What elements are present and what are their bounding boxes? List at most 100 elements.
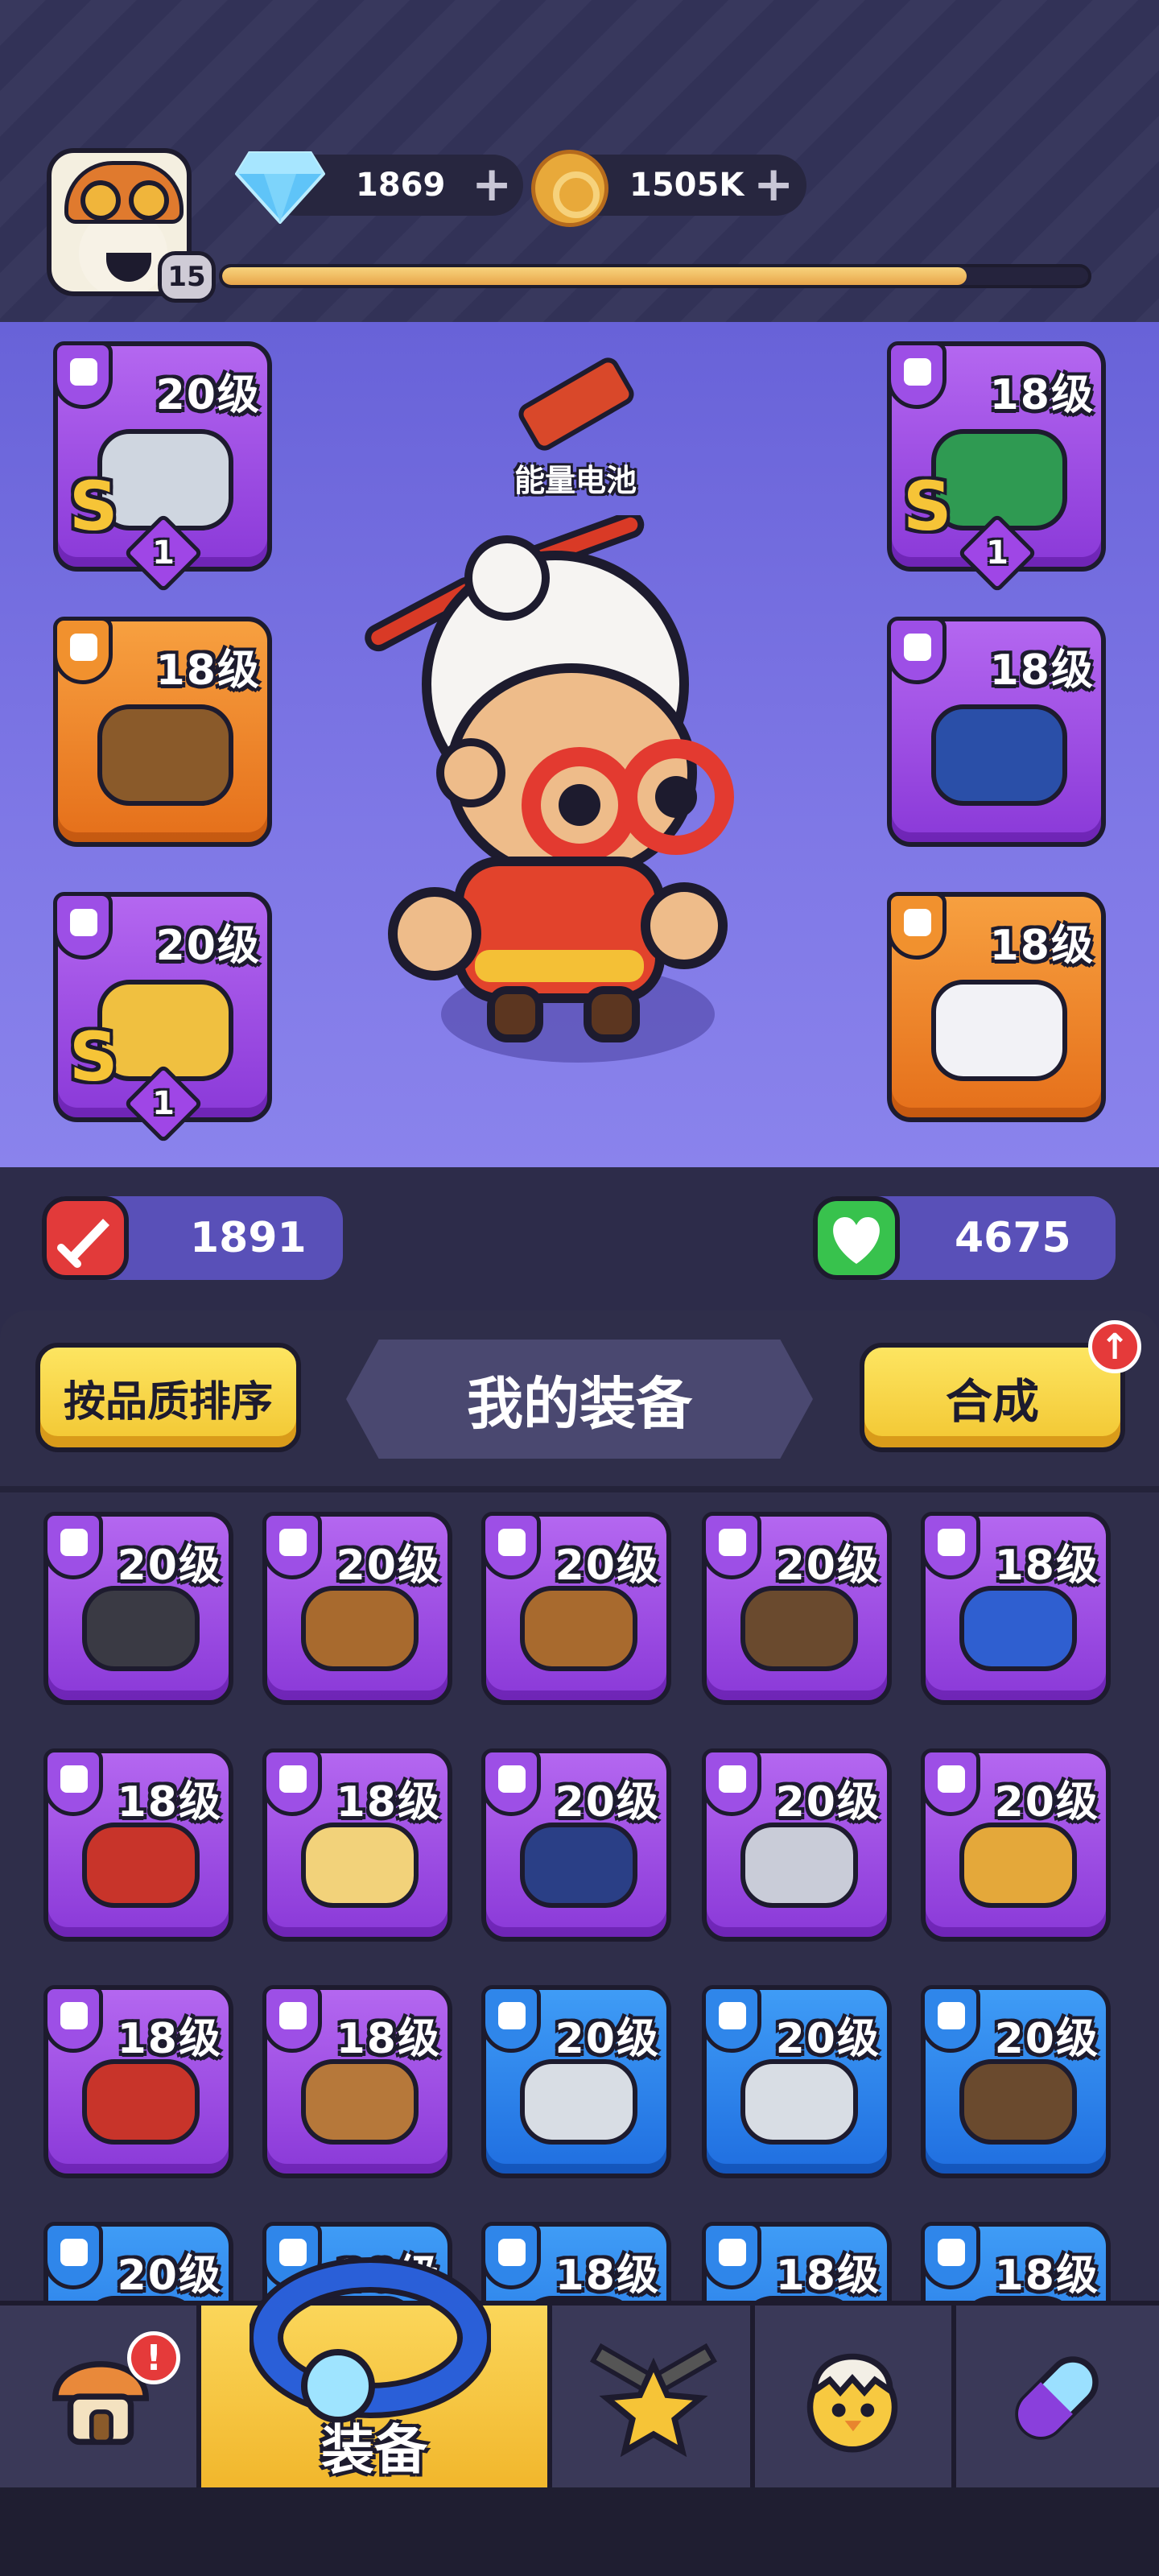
inventory-item[interactable]: 20级 bbox=[481, 1985, 671, 2178]
equipped-slot-boots-right[interactable]: 18级 bbox=[887, 892, 1106, 1122]
item-level: 18级 bbox=[994, 1542, 1099, 1590]
item-level: 18级 bbox=[989, 922, 1095, 970]
sort-by-quality-button[interactable]: 按品质排序 bbox=[35, 1343, 301, 1452]
item-level: 18级 bbox=[336, 2015, 441, 2063]
nav-challenge[interactable] bbox=[552, 2306, 755, 2492]
eye-belt-icon bbox=[82, 2059, 200, 2145]
add-coins-button[interactable]: + bbox=[753, 160, 794, 208]
shotgun-icon bbox=[740, 1586, 858, 1671]
slot-type-icon bbox=[702, 2222, 761, 2289]
item-level: 18级 bbox=[155, 646, 261, 695]
slot-type-icon bbox=[262, 1748, 322, 1816]
item-level: 20级 bbox=[994, 2015, 1099, 2063]
knife-icon bbox=[740, 2059, 858, 2145]
capsule-icon bbox=[1015, 2356, 1099, 2440]
slot-type-icon bbox=[921, 1985, 980, 2053]
home-alert-badge: ! bbox=[127, 2331, 180, 2384]
inventory-item[interactable]: 20级 bbox=[921, 1748, 1111, 1942]
slot-type-icon bbox=[53, 892, 113, 960]
grade-label: S bbox=[903, 467, 952, 546]
item-level: 20级 bbox=[555, 2015, 660, 2063]
item-level: 20级 bbox=[555, 1542, 660, 1590]
red-vest-icon bbox=[82, 1823, 200, 1908]
slot-type-icon bbox=[702, 1748, 761, 1816]
attack-stat: 1891 bbox=[42, 1196, 343, 1280]
blue-armor-icon bbox=[959, 1586, 1077, 1671]
player-level-badge: 15 bbox=[158, 251, 216, 303]
grade-label: S bbox=[69, 467, 118, 546]
inventory-item[interactable]: 20级 bbox=[43, 1512, 233, 1705]
nav-equipment[interactable]: 装备 bbox=[201, 2257, 552, 2492]
ring-icon bbox=[250, 2257, 491, 2423]
nav-home[interactable]: ! bbox=[0, 2306, 201, 2492]
item-level: 18级 bbox=[994, 2252, 1099, 2300]
star-count: 1 bbox=[152, 1085, 175, 1122]
inventory-item[interactable]: 20级 bbox=[481, 1748, 671, 1942]
diamond-icon bbox=[235, 151, 325, 224]
inventory-item[interactable]: 20级 bbox=[921, 1985, 1111, 2178]
equipped-slot-weapon-left[interactable]: 20级 S 1 bbox=[53, 341, 272, 593]
inventory-item[interactable]: 18级 bbox=[43, 1985, 233, 2178]
item-level: 18级 bbox=[555, 2252, 660, 2300]
equipment-screen: 15 1869 + 1505K + 能量电池 20级 S 1 18级 20级 S… bbox=[0, 0, 1159, 2576]
star-guns-icon bbox=[590, 2343, 717, 2458]
slot-type-icon bbox=[702, 1985, 761, 2053]
health-stat: 4675 bbox=[813, 1196, 1116, 1280]
crossbow-icon bbox=[520, 1586, 637, 1671]
item-level: 20级 bbox=[775, 2015, 881, 2063]
slot-type-icon bbox=[481, 1748, 541, 1816]
equipped-slot-belt-right[interactable]: 18级 bbox=[887, 617, 1106, 847]
gloves-icon bbox=[97, 704, 233, 806]
slot-type-icon bbox=[43, 1985, 103, 2053]
inventory-item[interactable]: 20级 bbox=[702, 1748, 892, 1942]
top-header: 15 1869 + 1505K + bbox=[0, 0, 1159, 322]
chick-egg-icon bbox=[806, 2353, 898, 2453]
inventory-item[interactable]: 20级 bbox=[262, 1512, 452, 1705]
inventory-item[interactable]: 20级 bbox=[481, 1512, 671, 1705]
inventory-item[interactable]: 18级 bbox=[262, 1748, 452, 1942]
health-value: 4675 bbox=[955, 1214, 1071, 1262]
crossbow-icon bbox=[301, 1586, 419, 1671]
slot-type-icon bbox=[53, 617, 113, 684]
orb-ring-icon bbox=[520, 1823, 637, 1908]
inventory-item[interactable]: 18级 bbox=[921, 1512, 1111, 1705]
merge-button[interactable]: 合成 bbox=[860, 1343, 1125, 1452]
hero-character[interactable] bbox=[346, 515, 797, 1063]
inventory-item[interactable]: 20级 bbox=[702, 1512, 892, 1705]
inventory-item[interactable]: 20级 bbox=[702, 1985, 892, 2178]
grade-label: S bbox=[69, 1018, 118, 1096]
energy-battery[interactable]: 能量电池 bbox=[507, 353, 644, 498]
pistol-icon bbox=[82, 1586, 200, 1671]
item-level: 20级 bbox=[155, 922, 261, 970]
item-level: 18级 bbox=[775, 2252, 881, 2300]
item-level: 20级 bbox=[336, 1542, 441, 1590]
equipped-slot-ring-left[interactable]: 20级 S 1 bbox=[53, 892, 272, 1144]
merge-upgrade-icon: ↑ bbox=[1088, 1320, 1141, 1373]
shotgun-icon bbox=[959, 2059, 1077, 2145]
gem-ring-icon bbox=[740, 1823, 858, 1908]
item-level: 18级 bbox=[336, 1778, 441, 1827]
xp-bar-fill bbox=[222, 267, 967, 285]
nav-skills[interactable] bbox=[956, 2306, 1159, 2492]
inventory-item[interactable]: 18级 bbox=[43, 1748, 233, 1942]
slot-type-icon bbox=[887, 892, 947, 960]
slot-type-icon bbox=[262, 1512, 322, 1579]
nav-pets[interactable] bbox=[755, 2306, 956, 2492]
slot-type-icon bbox=[262, 1985, 322, 2053]
item-level: 18级 bbox=[989, 646, 1095, 695]
bottom-nav: ! 装备 bbox=[0, 2257, 1159, 2492]
coin-count: 1505K bbox=[629, 167, 744, 204]
equipped-slot-armor-right[interactable]: 18级 S 1 bbox=[887, 341, 1106, 593]
item-level: 20级 bbox=[155, 371, 261, 419]
inventory-item[interactable]: 18级 bbox=[262, 1985, 452, 2178]
knife-icon bbox=[520, 2059, 637, 2145]
slot-type-icon bbox=[53, 341, 113, 409]
item-level: 20级 bbox=[775, 1542, 881, 1590]
battery-icon bbox=[514, 353, 638, 455]
belt-icon bbox=[931, 704, 1067, 806]
boots-icon bbox=[931, 980, 1067, 1081]
add-gems-button[interactable]: + bbox=[472, 160, 512, 208]
item-level: 20级 bbox=[117, 1542, 222, 1590]
star-count: 1 bbox=[986, 535, 1008, 572]
equipped-slot-gloves-left[interactable]: 18级 bbox=[53, 617, 272, 847]
